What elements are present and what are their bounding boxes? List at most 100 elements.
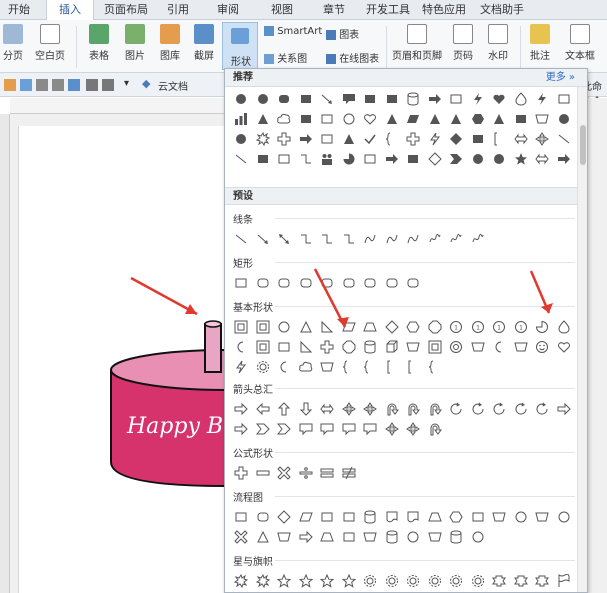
equation-shape-1[interactable] (231, 463, 251, 483)
basic-shape-7[interactable] (360, 317, 380, 337)
flowchart-shape-19[interactable] (274, 527, 294, 547)
basic-shape-28[interactable] (468, 337, 488, 357)
arrow-shape-15[interactable] (532, 399, 552, 419)
equation-shape-2[interactable] (253, 463, 273, 483)
recent-shape-16[interactable] (554, 89, 574, 109)
basic-shape-39[interactable] (360, 357, 380, 377)
basic-shape-20[interactable] (296, 337, 316, 357)
recent-shape-52[interactable] (296, 149, 316, 169)
star-shape-13[interactable] (489, 571, 509, 591)
flowchart-shape-25[interactable] (403, 527, 423, 547)
recent-shape-9[interactable] (403, 89, 423, 109)
star-shape-9[interactable] (403, 571, 423, 591)
more-link[interactable]: 更多 » (546, 69, 575, 87)
flowchart-shape-22[interactable] (339, 527, 359, 547)
line-shape-10[interactable] (425, 229, 445, 249)
flowchart-shape-3[interactable] (274, 507, 294, 527)
blank-page-button[interactable]: 空白页 (30, 24, 70, 62)
arrow-shape-20[interactable] (296, 419, 316, 439)
basic-shape-2[interactable] (253, 317, 273, 337)
arrow-shape-25[interactable] (403, 419, 423, 439)
online-chart-button[interactable]: 在线图表 (326, 50, 379, 65)
star-shape-10[interactable] (425, 571, 445, 591)
flowchart-shape-18[interactable] (253, 527, 273, 547)
flowchart-shape-16[interactable] (554, 507, 574, 527)
basic-shape-37[interactable] (317, 357, 337, 377)
arrow-shape-12[interactable] (468, 399, 488, 419)
basic-shape-22[interactable] (339, 337, 359, 357)
arrow-shape-18[interactable] (253, 419, 273, 439)
star-shape-1[interactable] (231, 571, 251, 591)
recent-shape-40[interactable] (382, 129, 402, 149)
recent-shape-54[interactable] (339, 149, 359, 169)
basic-shape-6[interactable] (339, 317, 359, 337)
arrow-shape-22[interactable] (339, 419, 359, 439)
recent-shape-59[interactable] (446, 149, 466, 169)
basic-shape-30[interactable] (511, 337, 531, 357)
star-shape-4[interactable] (296, 571, 316, 591)
basic-shape-41[interactable] (403, 357, 423, 377)
smartart-button[interactable]: SmartArt (264, 26, 322, 37)
basic-shape-42[interactable] (425, 357, 445, 377)
recent-shape-20[interactable] (296, 109, 316, 129)
screenshot-button[interactable]: 截屏 (188, 24, 220, 62)
arrow-shape-26[interactable] (425, 419, 445, 439)
star-shape-15[interactable] (532, 571, 552, 591)
line-shape-11[interactable] (446, 229, 466, 249)
recent-shape-22[interactable] (339, 109, 359, 129)
basic-shape-5[interactable] (317, 317, 337, 337)
flowchart-shape-11[interactable] (446, 507, 466, 527)
tab-home[interactable]: 开始 (4, 0, 34, 20)
recent-shape-47[interactable] (532, 129, 552, 149)
rect-shape-1[interactable] (231, 273, 251, 293)
arrow-shape-16[interactable] (554, 399, 574, 419)
line-shape-3[interactable] (274, 229, 294, 249)
basic-shape-33[interactable] (231, 357, 251, 377)
equation-shape-5[interactable] (317, 463, 337, 483)
page-number-button[interactable]: 页码 (448, 24, 478, 62)
scrollbar-thumb[interactable] (580, 125, 586, 165)
basic-shape-23[interactable] (360, 337, 380, 357)
recent-shape-57[interactable] (403, 149, 423, 169)
arrow-shape-2[interactable] (253, 399, 273, 419)
tab-doc-assistant[interactable]: 文档助手 (476, 0, 528, 20)
recent-shape-51[interactable] (274, 149, 294, 169)
rect-shape-9[interactable] (403, 273, 423, 293)
basic-shape-4[interactable] (296, 317, 316, 337)
recent-shape-8[interactable] (382, 89, 402, 109)
recent-shape-21[interactable] (317, 109, 337, 129)
basic-shape-34[interactable] (253, 357, 273, 377)
shapes-button[interactable]: 形状 (222, 22, 258, 70)
basic-shape-24[interactable] (382, 337, 402, 357)
line-shape-7[interactable] (360, 229, 380, 249)
basic-shape-3[interactable] (274, 317, 294, 337)
basic-shape-27[interactable] (446, 337, 466, 357)
flowchart-shape-27[interactable] (446, 527, 466, 547)
tab-references[interactable]: 引用 (160, 0, 196, 20)
recent-shape-23[interactable] (360, 109, 380, 129)
textbox-button[interactable]: 文本框 (560, 24, 600, 62)
flowchart-shape-7[interactable] (360, 507, 380, 527)
recent-shape-58[interactable] (425, 149, 445, 169)
arrow-shape-17[interactable] (231, 419, 251, 439)
line-shape-4[interactable] (296, 229, 316, 249)
equation-shape-3[interactable] (274, 463, 294, 483)
preview-icon[interactable] (52, 79, 64, 91)
recent-shape-34[interactable] (253, 129, 273, 149)
recent-shape-1[interactable] (231, 89, 251, 109)
basic-shape-25[interactable] (403, 337, 423, 357)
recent-shape-43[interactable] (446, 129, 466, 149)
cloud-doc-link[interactable]: 云文档 (158, 78, 188, 93)
chevron-down-icon[interactable]: ▾ (124, 78, 129, 89)
basic-shape-17[interactable] (231, 337, 251, 357)
basic-shape-31[interactable] (532, 337, 552, 357)
rect-shape-8[interactable] (382, 273, 402, 293)
comment-button[interactable]: 批注 (526, 24, 554, 62)
star-shape-7[interactable] (360, 571, 380, 591)
recent-shape-28[interactable] (468, 109, 488, 129)
arrow-shape-4[interactable] (296, 399, 316, 419)
arrow-shape-9[interactable] (403, 399, 423, 419)
recent-shape-2[interactable] (253, 89, 273, 109)
rect-shape-6[interactable] (339, 273, 359, 293)
recent-shape-25[interactable] (403, 109, 423, 129)
